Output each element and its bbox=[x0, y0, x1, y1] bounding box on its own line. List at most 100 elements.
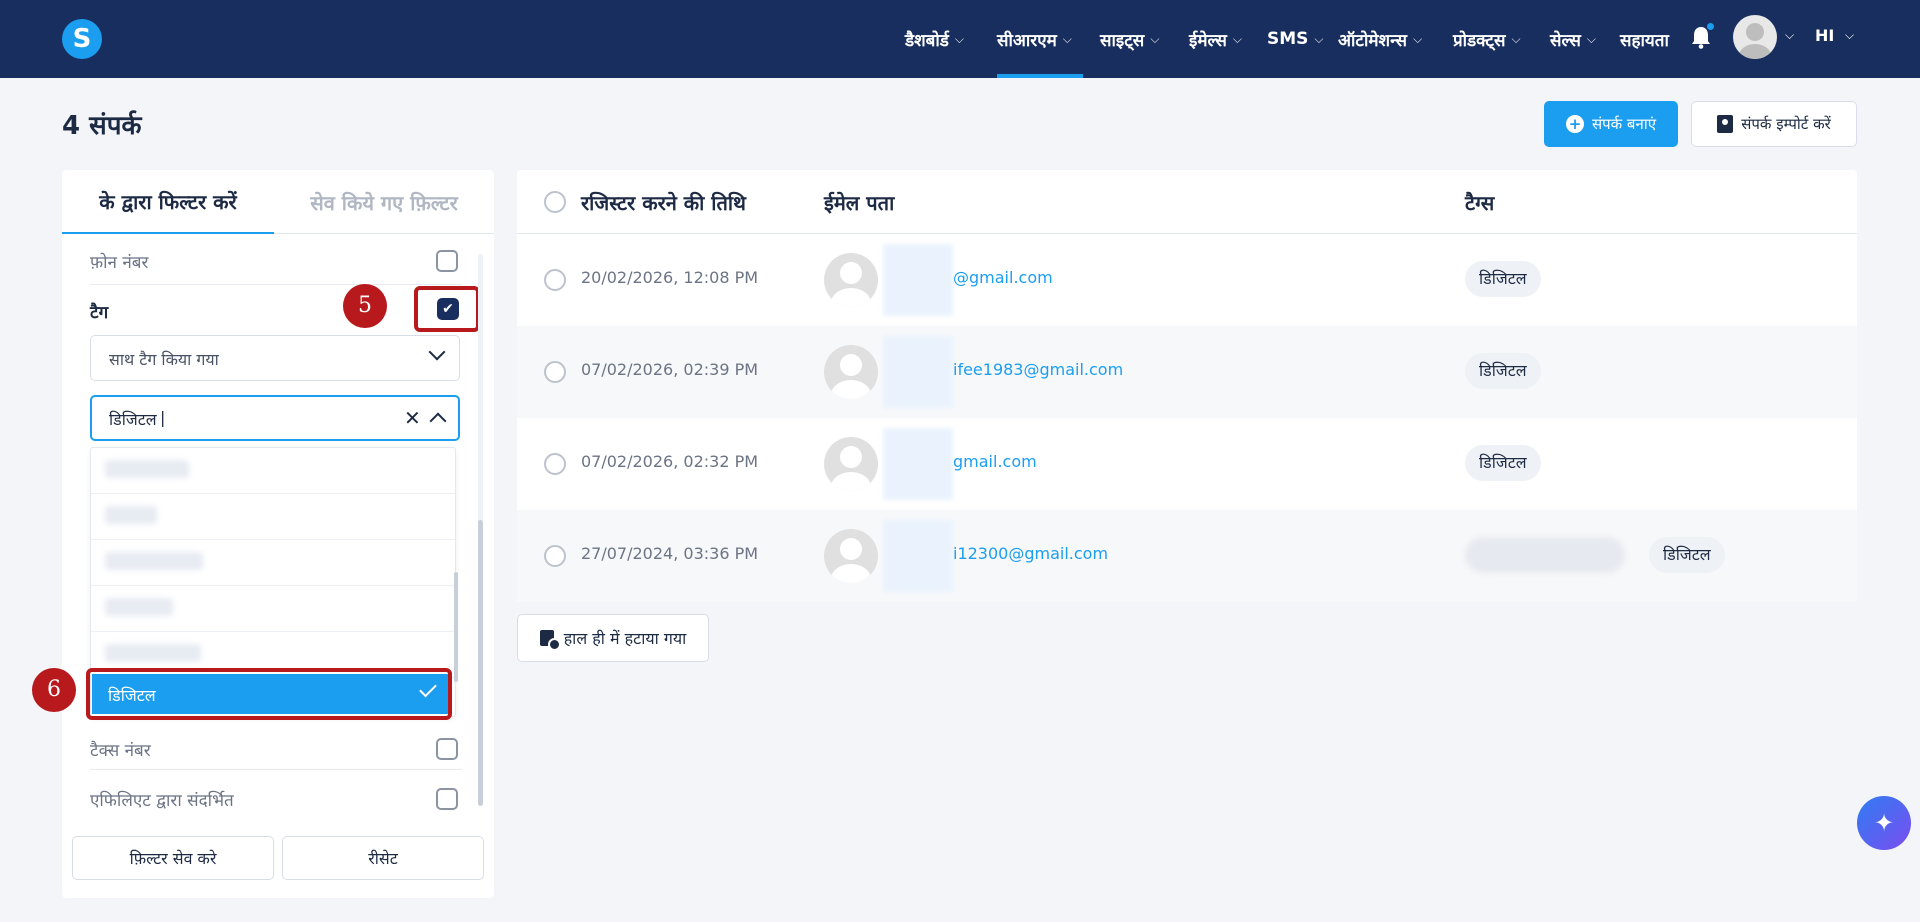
tag-pill: डिजिटल bbox=[1465, 445, 1541, 481]
panel-scrollbar-thumb[interactable] bbox=[478, 520, 483, 806]
page-title: 4 संपर्क bbox=[62, 111, 142, 141]
clear-icon[interactable]: ✕ bbox=[404, 406, 421, 430]
blurred-email-prefix bbox=[883, 428, 953, 500]
tag-search-value: डिजिटल bbox=[109, 410, 157, 429]
tag-mode-select[interactable]: साथ टैग किया गया bbox=[90, 335, 460, 381]
affiliate-checkbox[interactable] bbox=[436, 788, 458, 810]
save-filter-button[interactable]: फ़िल्टर सेव करे bbox=[72, 836, 274, 880]
contacts-table: रजिस्टर करने की तिथि ईमेल पता टैग्स 20/0… bbox=[517, 170, 1857, 602]
table-row[interactable]: 27/07/2024, 03:36 PM i12300@gmail.com डि… bbox=[517, 510, 1857, 602]
nav-item-sms[interactable]: SMS ⌵ bbox=[1267, 0, 1324, 78]
nav-item-label: ईमेल्स bbox=[1189, 30, 1227, 51]
language-selector[interactable]: HI bbox=[1815, 26, 1834, 45]
nav-item-help[interactable]: सहायता bbox=[1620, 0, 1669, 78]
recently-deleted-button[interactable]: हाल ही में हटाया गया bbox=[517, 614, 709, 662]
dropdown-option-blurred[interactable] bbox=[91, 448, 455, 494]
phone-checkbox[interactable] bbox=[436, 250, 458, 272]
nav-item-emails[interactable]: ईमेल्स ⌵ bbox=[1189, 0, 1242, 78]
filter-label-tag: टैग bbox=[90, 303, 109, 323]
ai-assistant-sparkle-icon[interactable]: ✦ bbox=[1857, 796, 1911, 850]
nav-item-products[interactable]: प्रोडक्ट्स ⌵ bbox=[1453, 0, 1521, 78]
step-badge-6: 6 bbox=[32, 668, 76, 712]
column-header-tags[interactable]: टैग्स bbox=[1465, 189, 1494, 216]
column-header-date[interactable]: रजिस्टर करने की तिथि bbox=[581, 189, 746, 216]
table-row[interactable]: 20/02/2026, 12:08 PM @gmail.com डिजिटल bbox=[517, 234, 1857, 326]
chevron-down-icon: ⌵ bbox=[1511, 31, 1521, 46]
tab-filter-by[interactable]: के द्वारा फिल्टर करें bbox=[62, 170, 274, 234]
filter-row-phone: फ़ोन नंबर bbox=[90, 250, 462, 276]
import-contacts-label: संपर्क इम्पोर्ट करें bbox=[1741, 115, 1831, 133]
import-contacts-button[interactable]: संपर्क इम्पोर्ट करें bbox=[1691, 101, 1857, 147]
user-avatar[interactable] bbox=[1733, 15, 1777, 59]
trash-clock-icon bbox=[539, 630, 561, 651]
blurred-option-text bbox=[105, 506, 157, 524]
step-badge-5: 5 bbox=[343, 284, 387, 328]
dropdown-option-blurred[interactable] bbox=[91, 586, 455, 632]
chevron-down-icon[interactable]: ⌵ bbox=[1785, 28, 1794, 43]
chevron-down-icon: ⌵ bbox=[1150, 31, 1160, 46]
blurred-email-prefix bbox=[883, 336, 953, 408]
row-select-radio[interactable] bbox=[544, 269, 566, 291]
table-header: रजिस्टर करने की तिथि ईमेल पता टैग्स bbox=[517, 170, 1857, 234]
divider bbox=[90, 769, 462, 770]
nav-item-automations[interactable]: ऑटोमेशन्स ⌵ bbox=[1338, 0, 1422, 78]
chevron-down-icon: ⌵ bbox=[1314, 31, 1324, 46]
text-cursor: | bbox=[160, 408, 166, 427]
nav-item-label: सीआरएम bbox=[997, 30, 1057, 51]
blurred-option-text bbox=[105, 644, 201, 662]
dropdown-scrollbar[interactable] bbox=[454, 572, 458, 682]
row-select-radio[interactable] bbox=[544, 361, 566, 383]
tag-search-input[interactable]: डिजिटल | ✕ bbox=[90, 395, 460, 441]
chevron-down-icon: ⌵ bbox=[954, 31, 964, 46]
blurred-option-text bbox=[105, 460, 189, 478]
tax-number-checkbox[interactable] bbox=[436, 738, 458, 760]
chevron-up-icon[interactable] bbox=[429, 412, 447, 430]
row-select-radio[interactable] bbox=[544, 453, 566, 475]
chevron-down-icon[interactable]: ⌵ bbox=[1845, 28, 1854, 43]
row-email[interactable]: ifee1983@gmail.com bbox=[953, 360, 1123, 379]
tag-pill: डिजिटल bbox=[1649, 537, 1725, 573]
nav-item-sales[interactable]: सेल्स ⌵ bbox=[1550, 0, 1596, 78]
row-email[interactable]: @gmail.com bbox=[953, 268, 1053, 287]
select-all-radio[interactable] bbox=[544, 191, 566, 213]
nav-item-label: सेल्स bbox=[1550, 30, 1581, 51]
notification-dot bbox=[1706, 22, 1715, 31]
tab-saved-filters[interactable]: सेव किये गए फ़िल्टर bbox=[274, 170, 494, 234]
blurred-email-prefix bbox=[883, 244, 953, 316]
chevron-down-icon bbox=[428, 343, 446, 361]
chevron-down-icon: ⌵ bbox=[1232, 31, 1242, 46]
filter-label-phone: फ़ोन नंबर bbox=[90, 253, 149, 273]
tag-mode-value: साथ टैग किया गया bbox=[109, 350, 219, 369]
nav-item-dashboard[interactable]: डैशबोर्ड ⌵ bbox=[905, 0, 964, 78]
create-contact-button[interactable]: + संपर्क बनाएं bbox=[1544, 101, 1678, 147]
contact-book-icon bbox=[1717, 115, 1734, 133]
row-select-radio[interactable] bbox=[544, 545, 566, 567]
nav-item-label: सहायता bbox=[1620, 30, 1669, 51]
filter-label-affiliate: एफिलिएट द्वारा संदर्भित bbox=[90, 791, 234, 811]
tag-pill: डिजिटल bbox=[1465, 261, 1541, 297]
chevron-down-icon: ⌵ bbox=[1586, 31, 1596, 46]
table-row[interactable]: 07/02/2026, 02:32 PM gmail.com डिजिटल bbox=[517, 418, 1857, 510]
row-email[interactable]: gmail.com bbox=[953, 452, 1037, 471]
blurred-option-text bbox=[105, 552, 203, 570]
nav-item-crm[interactable]: सीआरएम ⌵ bbox=[997, 0, 1083, 78]
blurred-option-text bbox=[105, 598, 173, 616]
app-logo[interactable]: S bbox=[62, 19, 102, 59]
nav-item-label: साइट्स bbox=[1100, 30, 1145, 51]
nav-item-label: SMS bbox=[1267, 29, 1309, 49]
highlight-box-step-5 bbox=[414, 286, 480, 332]
row-date: 07/02/2026, 02:32 PM bbox=[581, 452, 759, 471]
row-email[interactable]: i12300@gmail.com bbox=[953, 544, 1108, 563]
column-header-email[interactable]: ईमेल पता bbox=[824, 189, 894, 216]
contact-avatar bbox=[824, 437, 878, 491]
table-row[interactable]: 07/02/2026, 02:39 PM ifee1983@gmail.com … bbox=[517, 326, 1857, 418]
dropdown-option-blurred[interactable] bbox=[91, 494, 455, 540]
recently-deleted-label: हाल ही में हटाया गया bbox=[563, 629, 687, 648]
reset-button[interactable]: रीसेट bbox=[282, 836, 484, 880]
blurred-email-prefix bbox=[883, 520, 953, 592]
nav-item-sites[interactable]: साइट्स ⌵ bbox=[1100, 0, 1159, 78]
top-navbar: S डैशबोर्ड ⌵ सीआरएम ⌵ साइट्स ⌵ ईमेल्स ⌵ … bbox=[0, 0, 1920, 78]
dropdown-option-blurred[interactable] bbox=[91, 540, 455, 586]
highlight-box-step-6 bbox=[86, 668, 452, 720]
row-date: 27/07/2024, 03:36 PM bbox=[581, 544, 759, 563]
